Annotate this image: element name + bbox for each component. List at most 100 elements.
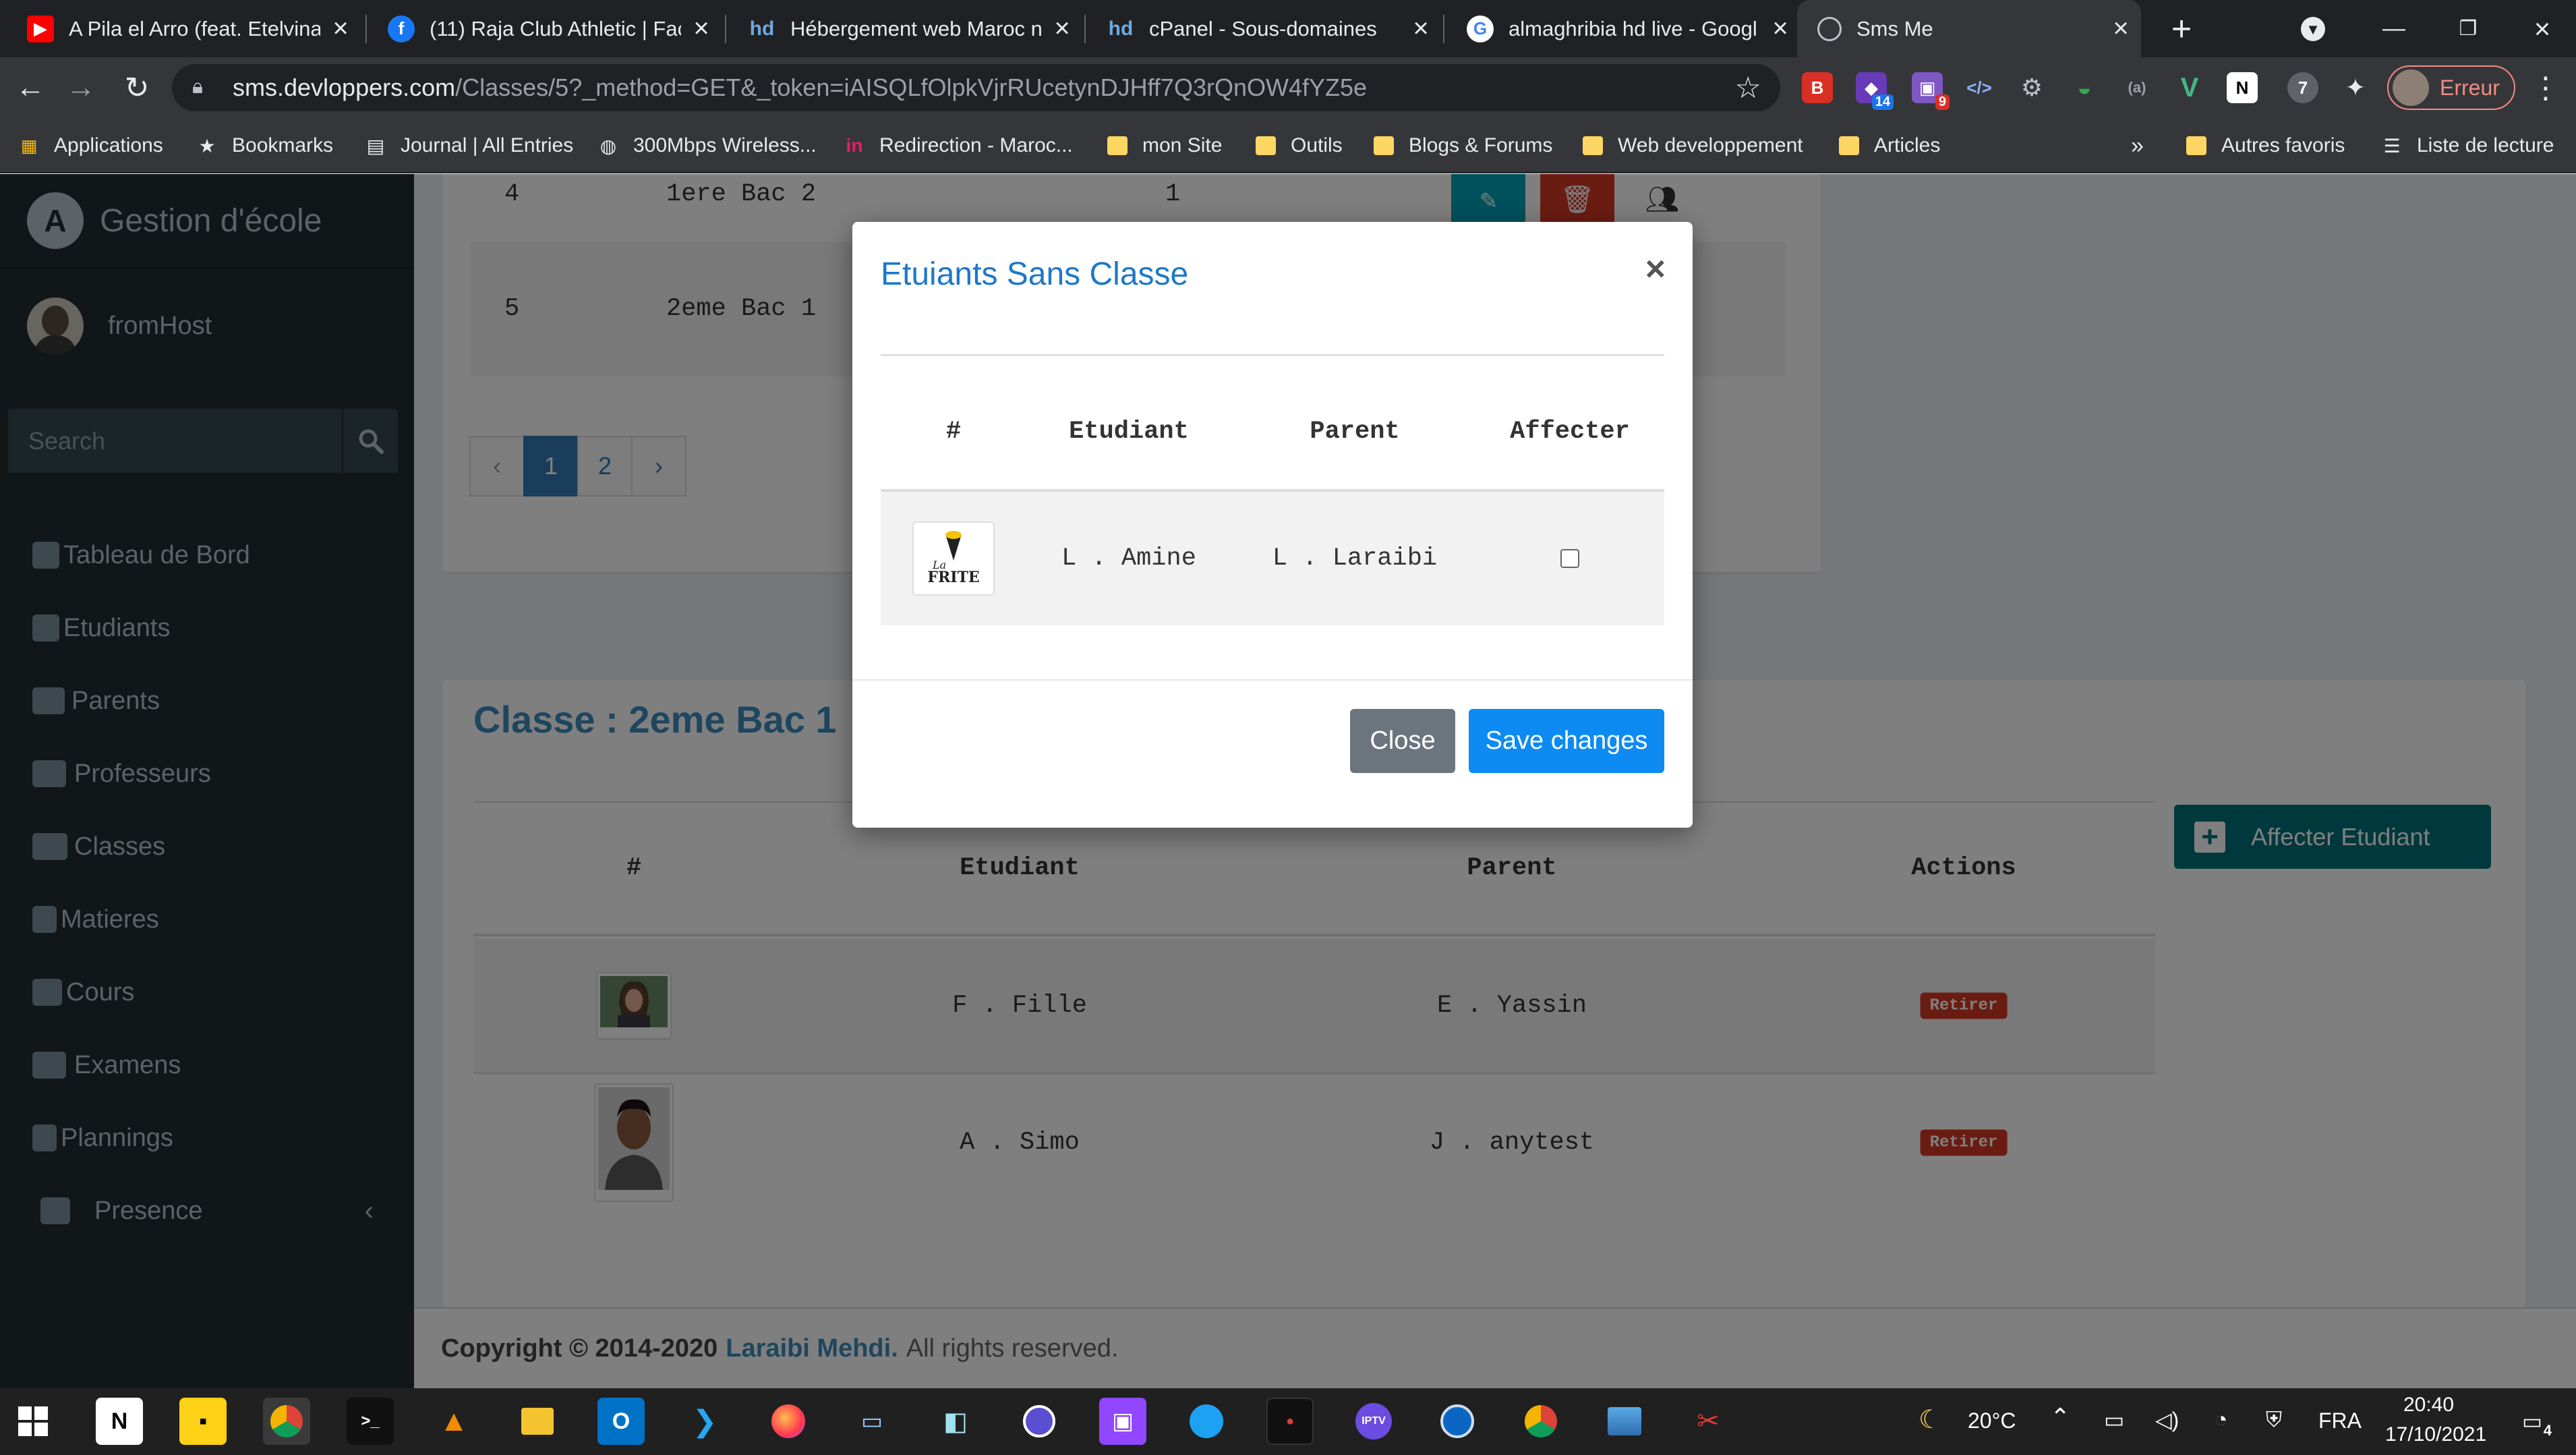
chrome-icon[interactable] [1517,1398,1564,1445]
gear-icon[interactable]: ⚙ [2016,72,2047,103]
close-tab-icon[interactable]: × [1042,13,1082,44]
back-button[interactable]: ← [7,57,54,118]
tab-search-button[interactable]: ▼ [2276,0,2350,57]
close-tab-icon[interactable]: × [1401,13,1441,44]
reading-list-button[interactable]: ☰ Liste de lecture [2380,118,2554,173]
bookmark-item[interactable]: ★ Bookmarks [196,118,333,173]
url-host: sms.devloppers.com [233,74,456,101]
close-tab-icon[interactable]: × [1760,13,1801,44]
firefox-icon[interactable] [765,1398,812,1445]
security-shield-icon[interactable]: ⛨ [2266,1407,2282,1433]
browser-tab[interactable]: G almaghribia hd live - Googl × [1446,0,1801,57]
extension-icon[interactable]: </> [1964,72,1995,103]
browser-tab[interactable]: hd cPanel - Sous-domaines × [1087,0,1441,57]
column-header: # [945,418,962,446]
vlc-icon[interactable]: ▲ [430,1398,477,1445]
bookmarks-bar: ▦ Applications ★ Bookmarks ▤ Journal | A… [0,118,2576,173]
bookmark-folder[interactable]: Web developpement [1581,118,1803,173]
new-tab-button[interactable]: + [2144,0,2219,57]
notion-icon[interactable]: N [96,1398,143,1445]
outlook-icon[interactable]: O [597,1398,645,1445]
bookmark-folder[interactable]: Blogs & Forums [1372,118,1552,173]
app-icon[interactable] [1016,1398,1063,1445]
remote-desktop-icon[interactable]: ▭ [848,1398,896,1445]
twitter-icon[interactable] [1183,1398,1230,1445]
lock-icon: 🔒︎ [192,76,203,98]
hd-icon: hd [1108,17,1134,40]
notifications-icon[interactable]: ▭ 4 [2509,1398,2556,1445]
wifi-icon[interactable]: ◔ [2215,1407,2227,1432]
browser-tab[interactable]: f (11) Raja Club Athletic | Face × [368,0,722,57]
reading-list-icon: ☰ [2383,135,2401,156]
clock-date[interactable]: 17/10/2021 [2385,1423,2486,1446]
extension-icon[interactable]: 7 [2287,72,2318,103]
bookmarks-overflow-button[interactable]: » [2131,118,2144,173]
address-bar[interactable]: 🔒︎ sms.devloppers.com/Classes/5?_method=… [172,64,1780,111]
reload-button[interactable]: ↻ [113,57,160,118]
vue-icon[interactable]: V [2174,72,2205,103]
snipping-tool-icon[interactable]: ✂ [1685,1398,1732,1445]
volume-icon[interactable]: ◁) [2155,1407,2179,1433]
divider [852,679,1693,681]
folder-icon [1581,134,1604,157]
google-icon: G [1467,15,1494,42]
file-explorer-icon[interactable] [514,1398,561,1445]
forward-button[interactable]: → [57,57,105,118]
svg-text:FRITE: FRITE [927,569,979,586]
close-tab-icon[interactable]: × [681,13,722,44]
browser-tab[interactable]: hd Hébergement web Maroc n × [728,0,1082,57]
close-button[interactable]: Close [1350,709,1455,773]
puzzle-icon[interactable]: ✦ [2340,72,2371,103]
photos-icon[interactable] [1601,1398,1648,1445]
globe-icon [1817,16,1842,41]
hd-icon: hd [749,17,775,40]
app-icon[interactable] [1434,1398,1481,1445]
modal-close-icon[interactable]: × [1645,249,1666,289]
app-icon[interactable]: ● [1266,1398,1314,1445]
extension-icon[interactable]: (a) [2121,72,2153,103]
bookmark-folder[interactable]: Articles [1838,118,1940,173]
affecter-checkbox[interactable] [1560,549,1579,568]
close-tab-icon[interactable]: × [2101,13,2141,44]
windows-start-icon[interactable] [9,1398,57,1445]
bookmark-item[interactable]: in Redirection - Maroc... [843,118,1073,173]
extension-icon[interactable]: ◆ 14 [1856,72,1894,110]
close-window-button[interactable]: × [2505,0,2576,57]
clock-time[interactable]: 20:40 [2403,1394,2454,1417]
bookmark-item[interactable]: ◍ 300Mbps Wireless... [597,118,817,173]
browser-tab[interactable]: ▶ A Pila el Arro (feat. Etelvina × [7,0,361,57]
vscode-icon[interactable]: ❯ [681,1398,728,1445]
sticky-notes-icon[interactable]: ▪ [179,1398,227,1445]
chevron-up-icon[interactable]: ⌃ [2050,1403,2070,1431]
bookmark-folder[interactable]: mon Site [1106,118,1222,173]
twitch-icon[interactable]: ▣ [1099,1398,1146,1445]
other-bookmarks-folder[interactable]: Autres favoris [2185,118,2345,173]
restore-window-button[interactable]: ❐ [2431,0,2505,57]
terminal-icon[interactable]: >_ [347,1398,394,1445]
profile-button[interactable]: Erreur [2387,65,2515,110]
iptv-icon[interactable]: IPTV [1350,1398,1397,1445]
folder-icon [1254,134,1277,157]
folder-icon [1106,134,1129,157]
browser-tab-active[interactable]: Sms Me × [1797,0,2141,57]
bookmark-item[interactable]: ▤ Journal | All Entries [364,118,573,173]
extension-icon[interactable]: ▣ 9 [1912,72,1950,110]
bookmark-item[interactable]: ▦ Applications [18,118,163,173]
notion-icon[interactable]: N [2227,72,2258,103]
extension-icon[interactable]: B [1802,72,1833,103]
save-changes-button[interactable]: Save changes [1469,709,1664,773]
browser-tab-strip: ▶ A Pila el Arro (feat. Etelvina × f (11… [0,0,2576,57]
menu-dots-icon[interactable]: ⋮ [2522,57,2569,118]
app-icon[interactable]: ◧ [932,1398,979,1445]
close-tab-icon[interactable]: × [320,13,361,44]
avatar [2393,69,2429,106]
column-header: Parent [1310,418,1400,446]
extension-icon[interactable]: ◒ [2069,72,2100,103]
weather-temp[interactable]: 20°C [1968,1408,2016,1433]
bookmark-folder[interactable]: Outils [1254,118,1343,173]
chrome-icon[interactable] [263,1398,310,1445]
battery-icon[interactable]: ▭ [2104,1407,2124,1433]
language-indicator[interactable]: FRA [2318,1408,2362,1433]
bookmark-star-icon[interactable]: ☆ [1735,71,1761,105]
minimize-window-button[interactable]: — [2357,0,2431,57]
